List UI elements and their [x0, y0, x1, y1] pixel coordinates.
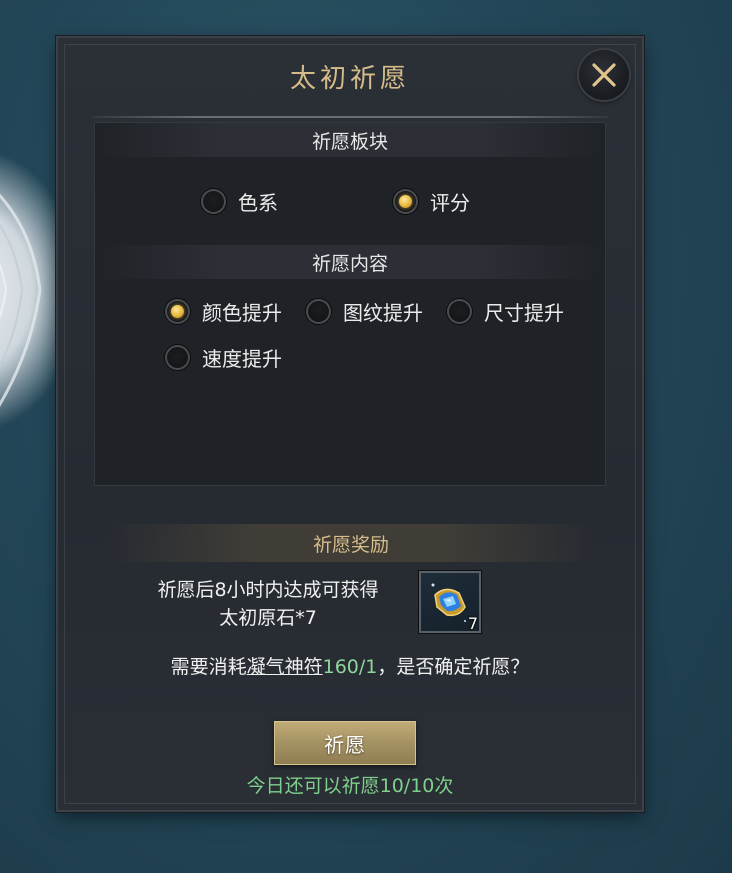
reward-line-2: 太初原石*7	[219, 607, 317, 629]
cost-amount: 160/1	[322, 656, 378, 678]
cost-prefix: 需要消耗	[170, 656, 247, 678]
reward-description: 祈愿后8小时内达成可获得 太初原石*7	[118, 576, 418, 632]
cost-suffix: ，是否确定祈愿？	[377, 656, 530, 678]
close-icon	[592, 63, 616, 87]
radio-label: 速度提升	[202, 347, 282, 371]
remaining-wishes-text: 今日还可以祈愿10/10次	[246, 775, 454, 797]
radio-speed-upgrade[interactable]: 速度提升	[165, 343, 282, 372]
radio-label: 尺寸提升	[484, 301, 564, 325]
title-divider	[92, 116, 608, 118]
radio-dot	[306, 299, 331, 324]
close-button[interactable]	[579, 50, 629, 100]
radio-label: 评分	[430, 191, 470, 215]
radio-dot	[393, 189, 418, 214]
radio-dot	[201, 189, 226, 214]
radio-color-series[interactable]: 色系	[201, 187, 278, 216]
radio-dot	[165, 345, 190, 370]
cost-item-link[interactable]: 凝气神符	[247, 656, 323, 678]
item-count: 7	[467, 614, 478, 633]
radio-label: 图纹提升	[343, 301, 423, 325]
wish-options-box: 祈愿板块 色系 评分 祈愿内容 颜色提升 图纹提升 尺寸提升 速度提升	[94, 122, 606, 486]
radio-size-upgrade[interactable]: 尺寸提升	[447, 297, 564, 326]
wish-dialog: 太初祈愿 祈愿板块 色系 评分 祈愿内容 颜色提升 图纹提升 尺寸提升 速度提升…	[58, 38, 642, 810]
radio-color-upgrade[interactable]: 颜色提升	[165, 297, 282, 326]
confirm-wish-button[interactable]: 祈愿	[274, 721, 416, 765]
radio-label: 颜色提升	[202, 301, 282, 325]
cost-line: 需要消耗凝气神符160/1，是否确定祈愿？	[58, 652, 642, 679]
dialog-title: 太初祈愿	[289, 64, 410, 94]
radio-score[interactable]: 评分	[393, 187, 470, 216]
reward-line-1: 祈愿后8小时内达成可获得	[157, 579, 379, 601]
reward-section-header: 祈愿奖励	[106, 524, 596, 562]
radio-label: 色系	[238, 191, 278, 215]
wish-section-header: 祈愿板块	[95, 123, 605, 157]
radio-dot	[447, 299, 472, 324]
radio-pattern-upgrade[interactable]: 图纹提升	[306, 297, 423, 326]
content-section-header: 祈愿内容	[95, 245, 605, 279]
reward-item-slot[interactable]: 7	[419, 571, 481, 633]
radio-dot	[165, 299, 190, 324]
